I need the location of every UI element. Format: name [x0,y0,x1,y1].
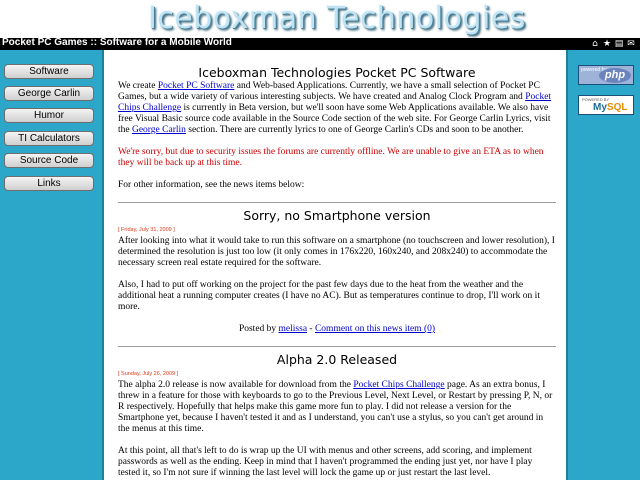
powered-by-php-badge[interactable]: powered by php [578,65,634,85]
mysql-logo-my: My [593,102,607,113]
powered-by-mysql-badge[interactable]: POWERED BY MySQL [578,95,634,115]
news-title: Alpha 2.0 Released [276,352,398,367]
home-icon[interactable]: ⌂ [590,39,600,49]
pocket-pc-software-link[interactable]: Pocket PC Software [158,81,235,91]
news-paragraph: After looking into what it would take to… [118,236,555,268]
php-logo: php [599,68,631,83]
main-content: Iceboxman Technologies Pocket PC Softwar… [106,50,566,480]
author-link[interactable]: melissa [279,324,308,334]
pocket-chips-challenge-link[interactable]: Pocket Chips Challenge [353,380,444,390]
site-banner-title: Iceboxman Technologies [148,1,526,36]
page-title: Iceboxman Technologies Pocket PC Softwar… [198,65,476,80]
nav-humor-button[interactable]: Humor [4,108,94,123]
divider [118,346,556,347]
comment-link[interactable]: Comment on this news item (0) [315,324,435,334]
forum-offline-notice: We're sorry, but due to security issues … [118,147,544,168]
news-date: [ Sunday, July 26, 2009 ] [118,371,179,377]
nav-software-button[interactable]: Software [4,64,94,79]
george-carlin-link[interactable]: George Carlin [132,125,186,135]
left-sidebar: Software George Carlin Humor TI Calculat… [0,50,104,480]
news-intro-text: For other information, see the news item… [118,180,305,190]
top-bar: Pocket PC Games :: Software for a Mobile… [0,37,640,50]
news-paragraph: Also, I had to put off working on the pr… [118,280,540,312]
mysql-logo: MySQL [593,102,627,113]
bookmark-icon[interactable]: ★ [602,39,612,49]
nav-george-carlin-button[interactable]: George Carlin [4,86,94,101]
email-icon[interactable]: ✉ [626,39,636,49]
nav-source-code-button[interactable]: Source Code [4,153,94,168]
divider [118,202,556,203]
news-paragraph: The alpha 2.0 release is now available f… [118,380,553,434]
news-posted-by: Posted by melissa - Comment on this news… [238,324,436,334]
nav-links-button[interactable]: Links [4,176,94,191]
site-banner: Iceboxman Technologies [0,0,640,38]
news-date: [ Friday, July 31, 2009 ] [118,227,175,233]
right-sidebar: powered by php POWERED BY MySQL [566,50,640,480]
nav-ti-calculators-button[interactable]: TI Calculators [4,131,94,146]
mysql-logo-sql: SQL [606,102,628,113]
news-title: Sorry, no Smartphone version [243,208,431,223]
top-bar-title: Pocket PC Games :: Software for a Mobile… [2,37,232,48]
intro-paragraph: We create Pocket PC Software and Web-bas… [118,81,552,135]
news-paragraph: At this point, all that's left to do is … [118,446,533,478]
printer-icon[interactable]: ▤ [614,39,624,49]
